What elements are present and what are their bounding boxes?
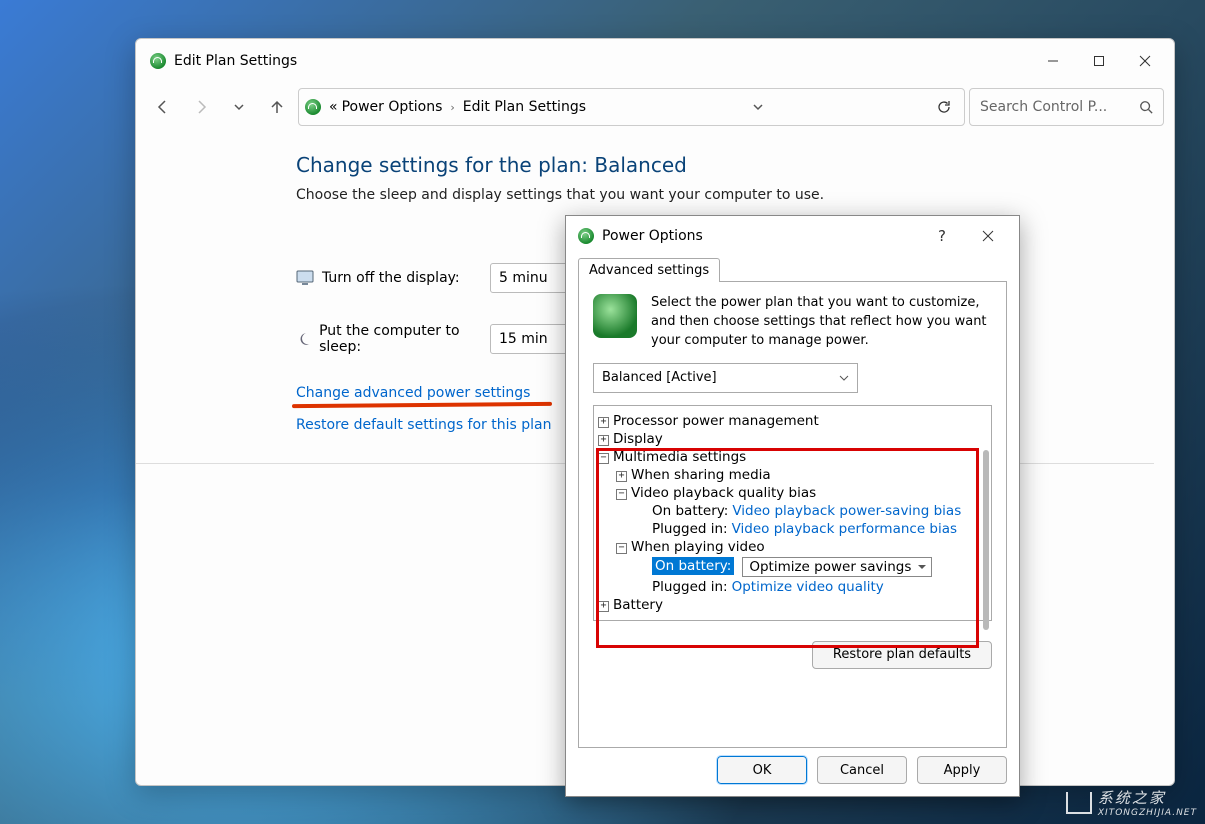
- nav-back-button[interactable]: [146, 90, 180, 124]
- dialog-title: Power Options: [602, 228, 703, 244]
- power-options-dialog: Power Options ? Advanced settings Select…: [565, 215, 1020, 797]
- tree-vpqb-plugged-label: Plugged in:: [652, 521, 728, 537]
- plan-select-dropdown[interactable]: Balanced [Active]: [593, 363, 858, 393]
- nav-up-button[interactable]: [260, 90, 294, 124]
- tree-vpqb-battery-value[interactable]: Video playback power-saving bias: [732, 503, 961, 519]
- tree-playing-video[interactable]: When playing video: [631, 539, 765, 555]
- maximize-button[interactable]: [1076, 45, 1122, 77]
- tree-playing-plugged-value[interactable]: Optimize video quality: [732, 579, 884, 595]
- house-icon: [1066, 792, 1092, 814]
- tree-playing-battery-select[interactable]: Optimize power savings: [742, 557, 932, 577]
- display-timeout-label: Turn off the display:: [322, 270, 460, 286]
- change-advanced-link[interactable]: Change advanced power settings: [296, 385, 530, 401]
- chevron-down-icon: [839, 373, 849, 383]
- search-icon: [1139, 100, 1153, 114]
- tree-multimedia[interactable]: Multimedia settings: [613, 449, 746, 465]
- restore-defaults-link[interactable]: Restore default settings for this plan: [296, 417, 552, 433]
- tree-sharing[interactable]: When sharing media: [631, 467, 771, 483]
- settings-tree[interactable]: +Processor power management +Display −Mu…: [593, 405, 992, 621]
- dialog-icon: [578, 228, 594, 244]
- window-title: Edit Plan Settings: [174, 53, 297, 69]
- dialog-tabs: Advanced settings: [578, 258, 1007, 282]
- monitor-icon: [296, 269, 314, 287]
- breadcrumb-seg-2[interactable]: Edit Plan Settings: [463, 99, 586, 115]
- apply-button[interactable]: Apply: [917, 756, 1007, 784]
- sleep-timeout-label: Put the computer to sleep:: [319, 323, 476, 355]
- search-input[interactable]: Search Control P...: [969, 88, 1164, 126]
- navigation-bar: « Power Options › Edit Plan Settings Sea…: [136, 83, 1174, 131]
- tree-battery[interactable]: Battery: [613, 597, 663, 613]
- tree-scrollbar[interactable]: [983, 450, 989, 630]
- collapse-icon[interactable]: −: [616, 543, 627, 554]
- expand-icon[interactable]: +: [598, 435, 609, 446]
- refresh-button[interactable]: [930, 99, 958, 115]
- expand-icon[interactable]: +: [598, 417, 609, 428]
- nav-recent-dropdown[interactable]: [222, 90, 256, 124]
- dialog-button-row: OK Cancel Apply: [578, 748, 1007, 784]
- titlebar: Edit Plan Settings: [136, 39, 1174, 83]
- power-options-icon: [150, 53, 166, 69]
- expand-icon[interactable]: +: [616, 471, 627, 482]
- dialog-close-button[interactable]: [965, 220, 1011, 252]
- annotation-underline: [292, 402, 552, 408]
- search-placeholder: Search Control P...: [980, 99, 1107, 115]
- page-subtext: Choose the sleep and display settings th…: [296, 187, 1154, 203]
- tab-advanced-settings[interactable]: Advanced settings: [578, 258, 720, 282]
- expand-icon[interactable]: +: [598, 601, 609, 612]
- tab-panel: Select the power plan that you want to c…: [578, 281, 1007, 748]
- dialog-intro-text: Select the power plan that you want to c…: [651, 294, 992, 351]
- tree-vpqb-plugged-value[interactable]: Video playback performance bias: [732, 521, 957, 537]
- tree-processor[interactable]: Processor power management: [613, 413, 819, 429]
- tree-vpqb-battery-label: On battery:: [652, 503, 728, 519]
- chevron-right-icon: ›: [450, 101, 454, 114]
- cancel-button[interactable]: Cancel: [817, 756, 907, 784]
- restore-plan-defaults-button[interactable]: Restore plan defaults: [812, 641, 992, 669]
- ok-button[interactable]: OK: [717, 756, 807, 784]
- close-button[interactable]: [1122, 45, 1168, 77]
- watermark: 系统之家 XITONGZHIJIA.NET: [1066, 787, 1197, 818]
- nav-forward-button[interactable]: [184, 90, 218, 124]
- tree-display[interactable]: Display: [613, 431, 663, 447]
- page-heading: Change settings for the plan: Balanced: [296, 153, 1154, 177]
- dialog-help-button[interactable]: ?: [919, 220, 965, 252]
- tree-vpqb[interactable]: Video playback quality bias: [631, 485, 816, 501]
- collapse-icon[interactable]: −: [616, 489, 627, 500]
- breadcrumb-dropdown-icon[interactable]: [746, 101, 770, 113]
- battery-large-icon: [593, 294, 637, 338]
- minimize-button[interactable]: [1030, 45, 1076, 77]
- tree-playing-plugged-label: Plugged in:: [652, 579, 728, 595]
- tree-playing-battery-label: On battery:: [652, 557, 734, 575]
- breadcrumb-seg-1[interactable]: Power Options: [342, 99, 443, 115]
- moon-icon: [296, 330, 311, 348]
- dialog-titlebar: Power Options ?: [566, 216, 1019, 256]
- collapse-icon[interactable]: −: [598, 453, 609, 464]
- breadcrumb[interactable]: « Power Options › Edit Plan Settings: [298, 88, 965, 126]
- breadcrumb-icon: [305, 99, 321, 115]
